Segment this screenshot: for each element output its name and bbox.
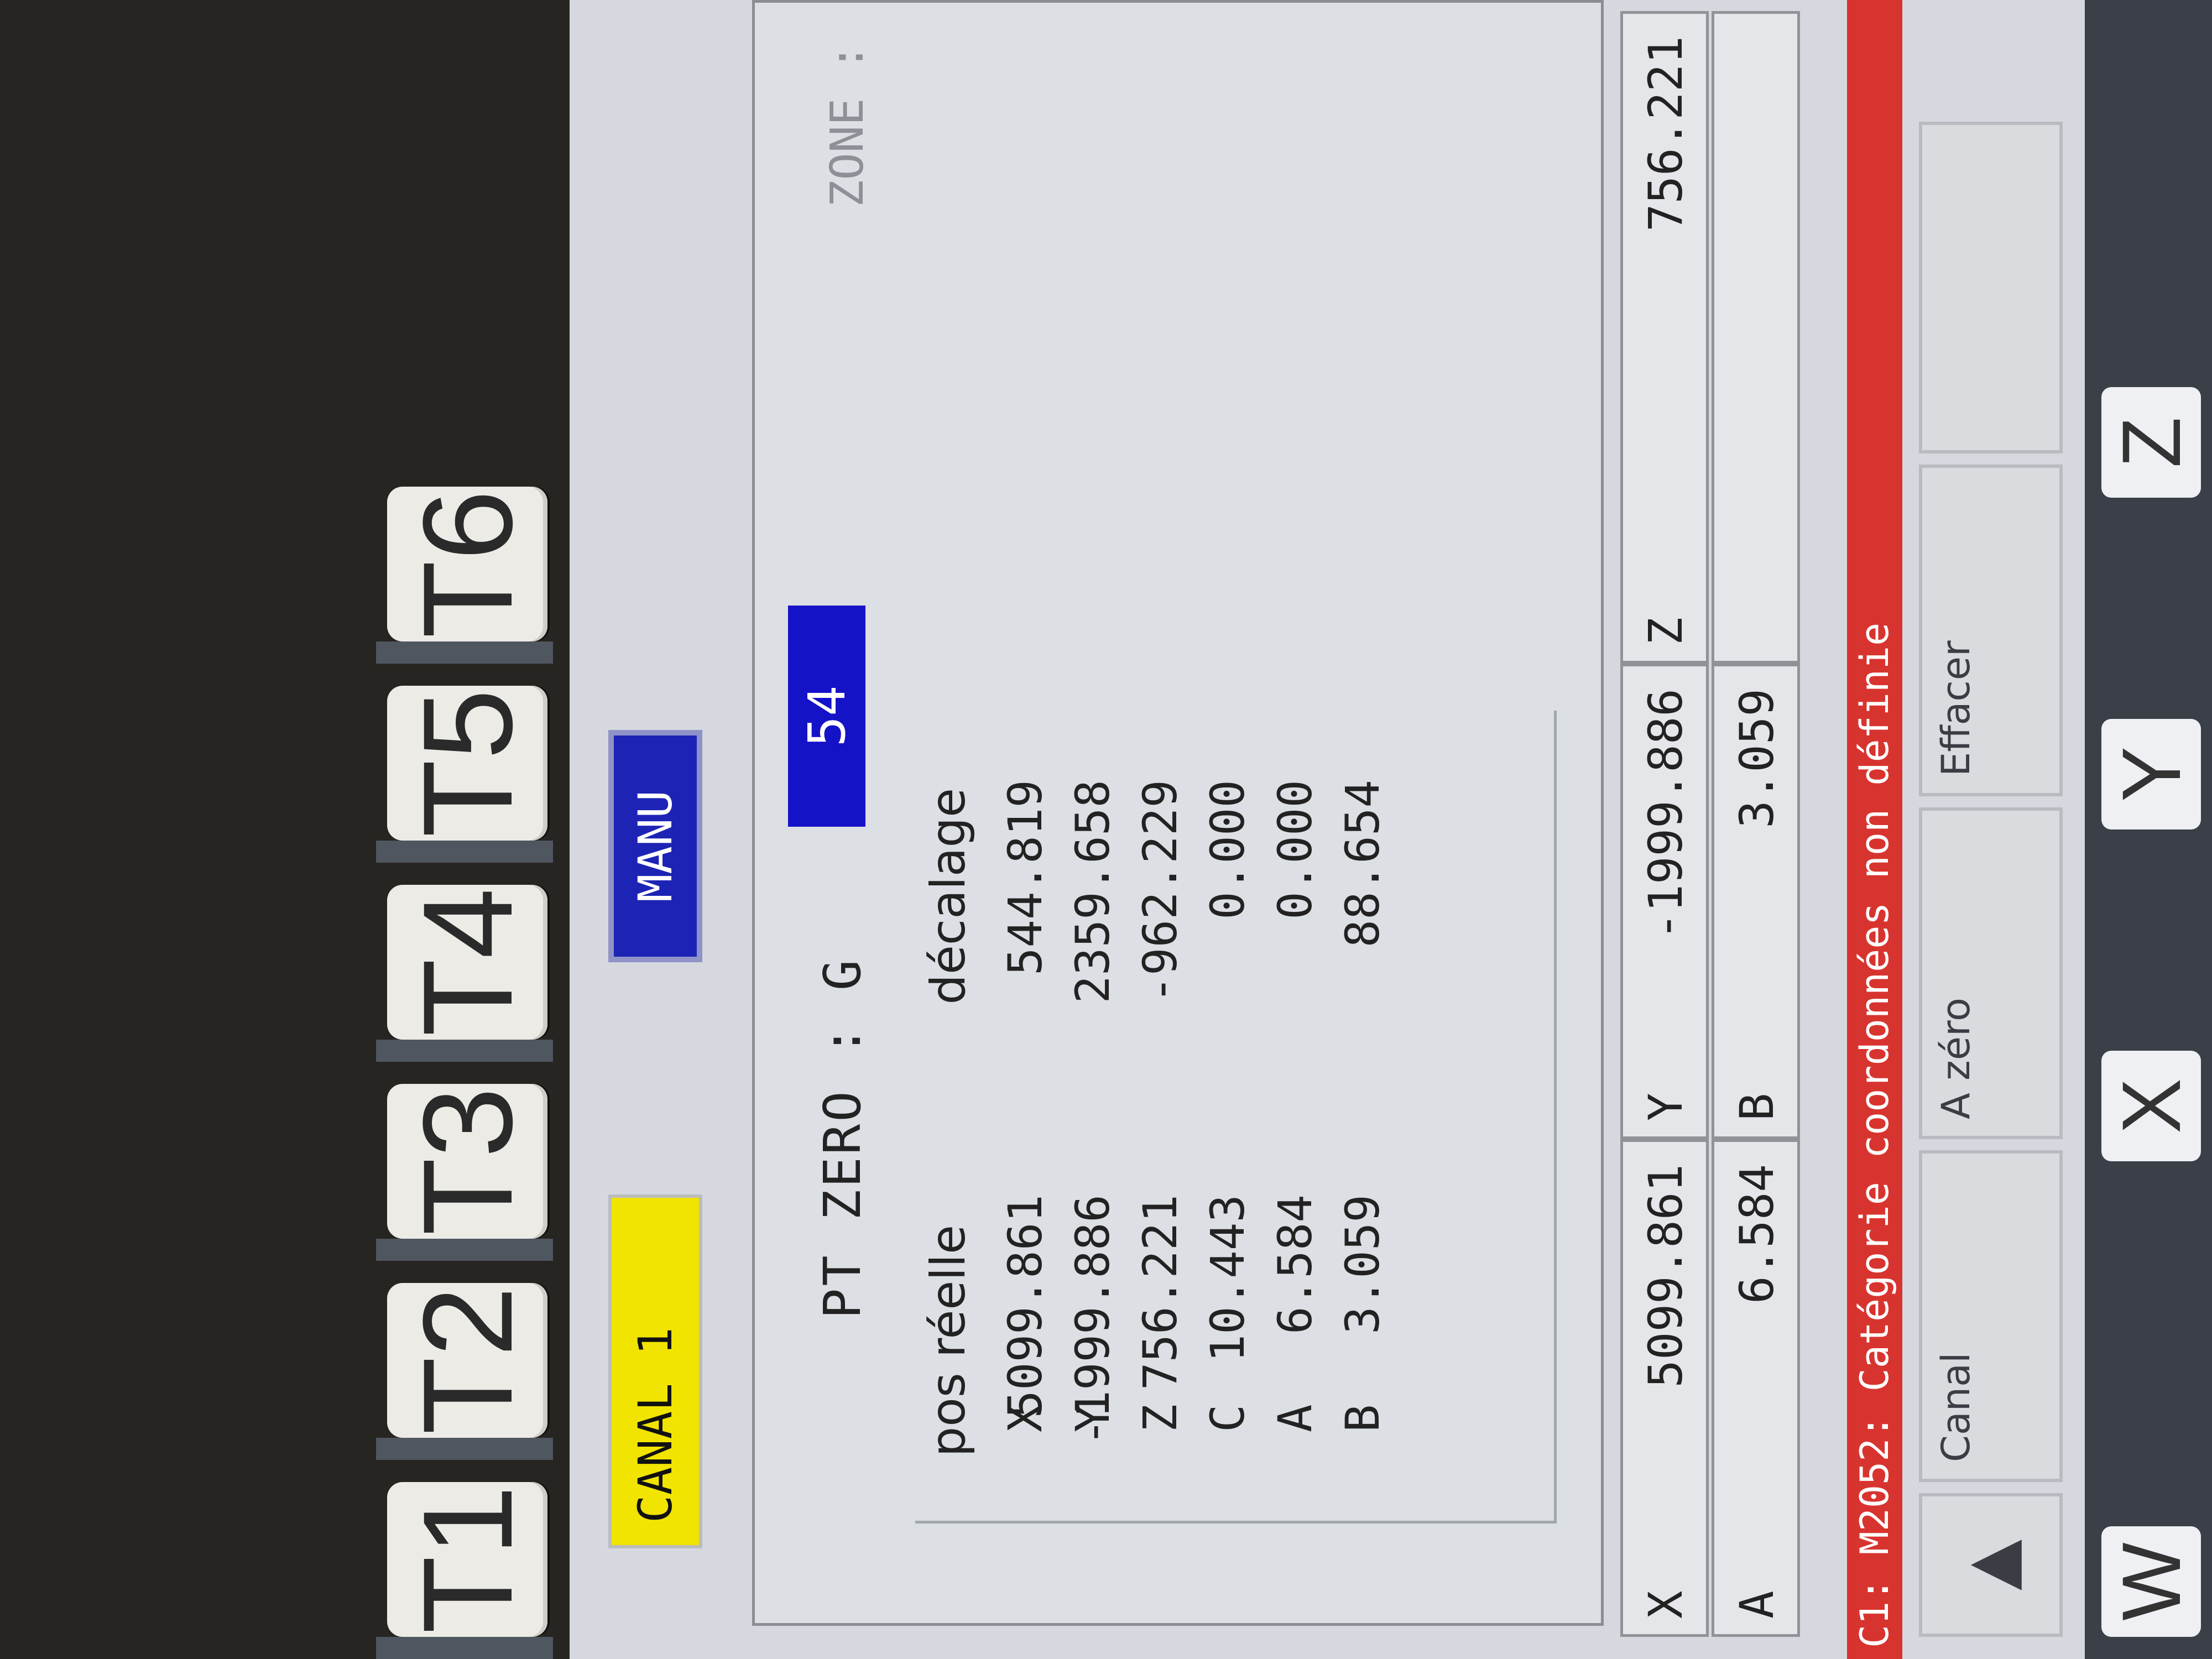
position-cell-a: A 6.584	[1712, 1139, 1800, 1637]
softkey-effacer[interactable]: Effacer	[1919, 465, 2063, 796]
key-separator	[376, 1040, 553, 1062]
table-row: B 3.059 88.654	[1335, 713, 1404, 1521]
position-value: 3.059	[1730, 688, 1784, 828]
actual-position: 6.584	[1268, 1194, 1322, 1334]
canal-indicator: CANAL 1	[608, 1194, 702, 1548]
key-separator	[376, 1438, 553, 1460]
position-cell-b: B 3.059	[1712, 664, 1800, 1139]
position-cell-y: Y -1999.886	[1620, 664, 1709, 1139]
table-row: X 5099.861 544.819	[998, 713, 1067, 1521]
key-t6[interactable]: T6	[387, 487, 547, 641]
key-t1[interactable]: T1	[387, 1482, 547, 1637]
axis-label: B	[1730, 1093, 1784, 1121]
softkey-arrow[interactable]: ▲	[1919, 1493, 2063, 1637]
column-header-decalage: décalage	[921, 788, 976, 1005]
zone-label: ZONE :	[821, 43, 874, 207]
table-row: C 10.443 0.000	[1201, 713, 1269, 1521]
axis-label: C	[1201, 1404, 1255, 1432]
error-message: C1: M2052: Catégorie coordonnées non déf…	[1852, 622, 1897, 1648]
g-code-field[interactable]: 54	[788, 606, 865, 827]
offset-value[interactable]: 544.819	[998, 780, 1052, 975]
key-t3[interactable]: T3	[387, 1084, 547, 1239]
axis-label: Z	[1133, 1404, 1187, 1432]
cnc-screen: CANAL 1 MANU PT ZERO : G 54 ZONE : pos r…	[570, 0, 2212, 1659]
axis-label: X	[1639, 1590, 1693, 1619]
axis-label: B	[1335, 1404, 1390, 1432]
physical-keyboard-row: W X Y Z	[2085, 0, 2212, 1659]
key-separator	[376, 1637, 553, 1659]
key-t5[interactable]: T5	[387, 686, 547, 841]
key-t4[interactable]: T4	[387, 885, 547, 1040]
softkey-canal[interactable]: Canal	[1919, 1150, 2063, 1482]
position-value: -1999.886	[1639, 688, 1693, 941]
softkey-effacer-label: Effacer	[1933, 640, 1979, 776]
position-value: 6.584	[1730, 1164, 1784, 1304]
offset-value[interactable]: 88.654	[1335, 780, 1390, 947]
offset-value[interactable]: -962.229	[1133, 780, 1187, 1004]
up-triangle-icon: ▲	[1952, 1539, 2030, 1591]
position-cell-empty	[1712, 11, 1800, 664]
actual-position: 10.443	[1201, 1194, 1255, 1363]
zero-point-window: PT ZERO : G 54 ZONE : pos réelle décalag…	[752, 0, 1604, 1626]
actual-position: 756.221	[1133, 1194, 1187, 1391]
mode-indicator: MANU	[608, 730, 702, 962]
axis-label: A	[1268, 1404, 1322, 1432]
softkey-a-zero[interactable]: A zéro	[1919, 807, 2063, 1139]
error-message-bar: C1: M2052: Catégorie coordonnées non déf…	[1847, 0, 1902, 1659]
softkey-canal-label: Canal	[1933, 1352, 1979, 1462]
softkey-empty[interactable]	[1919, 122, 2063, 453]
cnc-panel-stage: T1 T2 T3 T4 T5 T6 CANAL 1 MANU PT ZERO :…	[0, 0, 2212, 1659]
axis-label: Z	[1639, 617, 1693, 645]
zero-point-label: PT ZERO : G	[813, 957, 872, 1319]
key-y[interactable]: Y	[2101, 719, 2201, 830]
position-value: 756.221	[1639, 36, 1693, 232]
position-cell-z: Z 756.221	[1620, 11, 1709, 664]
key-separator	[376, 841, 553, 863]
actual-position: 5099.861	[998, 1194, 1052, 1418]
axis-label: A	[1730, 1590, 1784, 1619]
axis-table: pos réelle décalage X 5099.861 544.819 Y…	[915, 711, 1557, 1524]
key-separator	[376, 1239, 553, 1261]
position-value: 5099.861	[1639, 1164, 1693, 1388]
key-w[interactable]: W	[2101, 1526, 2201, 1637]
actual-position: 3.059	[1335, 1194, 1390, 1334]
softkey-row: ▲ Canal A zéro Effacer	[1919, 0, 2074, 1659]
canal-label: CANAL 1	[628, 1327, 682, 1523]
key-z[interactable]: Z	[2101, 387, 2201, 498]
column-header-pos-reelle: pos réelle	[921, 1225, 976, 1457]
offset-value[interactable]: 2359.658	[1066, 780, 1120, 1004]
axis-label: Y	[1639, 1093, 1693, 1121]
table-row: Z 756.221 -962.229	[1133, 713, 1202, 1521]
key-x[interactable]: X	[2101, 1051, 2201, 1161]
offset-value[interactable]: 0.000	[1201, 780, 1255, 920]
table-row: Y -1999.886 2359.658	[1066, 713, 1134, 1521]
table-row: A 6.584 0.000	[1268, 713, 1337, 1521]
softkey-a-zero-label: A zéro	[1933, 997, 1979, 1119]
position-cell-x: X 5099.861	[1620, 1139, 1709, 1637]
actual-position: -1999.886	[1066, 1194, 1120, 1447]
position-bar: X 5099.861 Y -1999.886 Z 756.221 A 6.584…	[1620, 0, 1803, 1659]
hardware-key-row: T1 T2 T3 T4 T5 T6	[376, 0, 553, 1659]
key-separator	[376, 641, 553, 664]
mode-label: MANU	[628, 790, 682, 902]
offset-value[interactable]: 0.000	[1268, 780, 1322, 920]
key-t2[interactable]: T2	[387, 1283, 547, 1438]
